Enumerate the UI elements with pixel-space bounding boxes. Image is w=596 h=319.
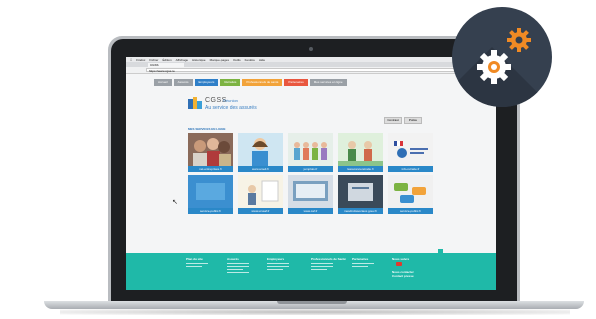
tile-caption: info-retraite.fr (388, 166, 433, 172)
service-public-image (188, 175, 233, 208)
menu-outils[interactable]: Outils (233, 58, 241, 62)
footer-col-sitemap: Plan du site (186, 257, 208, 267)
tile-caption: mesdroitssociaux.gouv.fr (338, 208, 383, 214)
laptop-shadow (60, 309, 570, 315)
menu-fichier[interactable]: Fichier (149, 58, 158, 62)
menu-fenetre[interactable]: Fenêtre (245, 58, 255, 62)
nav-partenaires[interactable]: Partenaires (284, 79, 308, 86)
service-tile[interactable]: mesdroitssociaux.gouv.fr (338, 175, 383, 214)
tile-caption: service-public.fr (188, 208, 233, 214)
gov-logo-illustration (388, 133, 433, 166)
footer-col-pros: Professionnels de Santé (311, 257, 346, 270)
site-footer: Plan du site Assurés Employeurs Professi… (126, 253, 496, 290)
tile-caption: net-entreprises.fr (188, 166, 233, 172)
logo-region: Réunion (223, 98, 238, 103)
footer-col-assures: Assurés (227, 257, 249, 273)
cgss-logo-icon[interactable] (188, 97, 202, 109)
service-tile[interactable]: service-public.fr (388, 175, 433, 214)
tile-caption: lassuranceretraite.fr (338, 166, 383, 172)
caf-image (288, 175, 333, 208)
menu-aide[interactable]: Aide (259, 58, 265, 62)
contrast-button[interactable]: Contrast (384, 117, 402, 124)
footer-heading[interactable]: Plan du site (186, 257, 208, 261)
nav-accueil[interactable]: Accueil (154, 79, 172, 86)
footer-heading[interactable]: Assurés (227, 257, 249, 261)
tile-caption: service-public.fr (388, 208, 433, 214)
camera-dot (309, 47, 313, 51)
settings-badge (452, 7, 552, 107)
nav-employeurs[interactable]: Employeurs (194, 79, 219, 86)
nav-professionnels[interactable]: Professionnels de santé (242, 79, 283, 86)
nav-services[interactable]: Mes services en ligne (309, 79, 347, 86)
menu-marque-pages[interactable]: Marque-pages (210, 58, 229, 62)
tile-caption: jemplois.fr (288, 166, 333, 172)
service-tile[interactable]: www.urssaf.fr (238, 175, 283, 214)
footer-heading[interactable]: Professionnels de Santé (311, 257, 346, 261)
font-size-button[interactable]: Police (404, 117, 422, 124)
footer-heading[interactable]: Employeurs (267, 257, 289, 261)
menu-firefox[interactable]: Firefox (136, 58, 145, 62)
speech-bubbles-image (388, 175, 433, 208)
gears-icon (477, 28, 531, 84)
press-contact-link[interactable]: Contact presse (392, 274, 414, 278)
group-illustration (288, 133, 333, 166)
nav-assures[interactable]: Assurés (173, 79, 193, 86)
tile-caption: www.ameli.fr (238, 166, 283, 172)
service-tile[interactable]: www.ameli.fr (238, 133, 283, 172)
nav-retraites[interactable]: Retraités (220, 79, 241, 86)
retiree-illustration (338, 133, 383, 166)
service-tile[interactable]: www.caf.fr (288, 175, 333, 214)
url-field[interactable]: https://www.cgss.re (146, 68, 466, 73)
service-tile[interactable]: info-retraite.fr (388, 133, 433, 172)
menu-historique[interactable]: Historique (192, 58, 206, 62)
urssaf-image (238, 175, 283, 208)
service-tile[interactable]: lassuranceretraite.fr (338, 133, 383, 172)
laptop-notch (277, 301, 347, 304)
footer-col-employeurs: Employeurs (267, 257, 289, 270)
menu-edition[interactable]: Édition (162, 58, 171, 62)
footer-heading: Nous suivre (392, 257, 410, 261)
service-tile[interactable]: jemplois.fr (288, 133, 333, 172)
service-tile[interactable]: net-entreprises.fr (188, 133, 233, 172)
service-tile[interactable]: service-public.fr (188, 175, 233, 214)
apple-icon[interactable]:  (130, 58, 132, 62)
footer-col-follow: Nous suivre (392, 257, 409, 261)
mouse-cursor-icon: ↖ (172, 199, 178, 206)
laptop-screen:  Firefox Fichier Édition Affichage Hist… (126, 57, 496, 290)
section-title: MES SERVICES EN LIGNE (188, 127, 226, 131)
footer-col-partenaires: Partenaires (352, 257, 374, 267)
tile-caption: www.caf.fr (288, 208, 333, 214)
menu-affichage[interactable]: Affichage (176, 58, 188, 62)
people-photo (188, 133, 233, 166)
footer-heading[interactable]: Partenaires (352, 257, 374, 261)
tile-caption: www.urssaf.fr (238, 208, 283, 214)
man-illustration (238, 133, 283, 166)
youtube-icon[interactable] (396, 262, 402, 266)
logo-tagline: Au service des assurés (205, 105, 257, 111)
social-rights-image (338, 175, 383, 208)
site-nav: Accueil Assurés Employeurs Retraités Pro… (154, 79, 347, 86)
